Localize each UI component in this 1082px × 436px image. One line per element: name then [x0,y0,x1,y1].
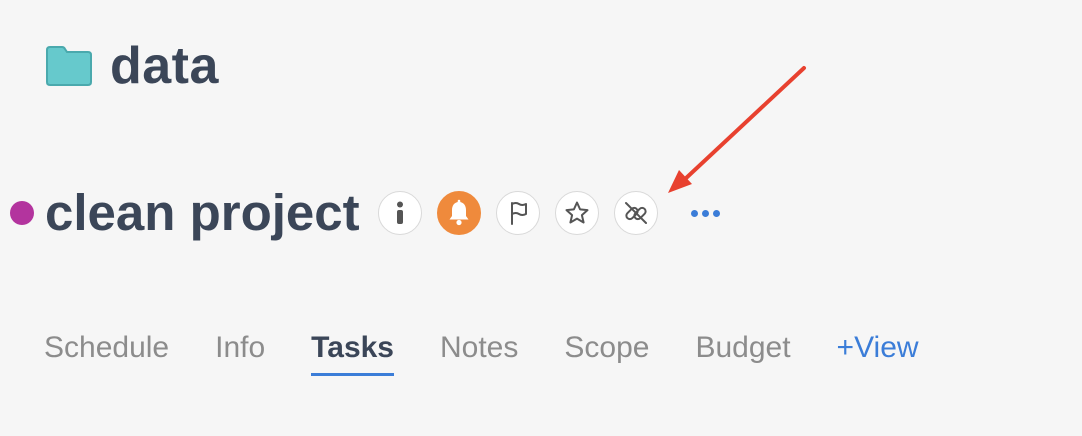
project-status-dot [10,201,34,225]
project-title[interactable]: clean project [45,180,360,246]
add-view-button[interactable]: +View [837,326,919,370]
flag-button[interactable] [495,191,540,235]
tab-info[interactable]: Info [215,326,265,370]
info-button[interactable] [377,191,422,235]
more-options-button[interactable] [690,203,720,223]
favorite-button[interactable] [554,191,599,235]
bell-icon [449,199,469,226]
view-tabs: Schedule Info Tasks Notes Scope Budget +… [44,326,965,380]
tab-scope[interactable]: Scope [564,326,649,370]
project-header: clean project [10,180,720,246]
tab-tasks[interactable]: Tasks [311,326,394,376]
unlink-button[interactable] [613,191,658,235]
folder-header: data [44,36,219,96]
more-dots-icon [690,209,698,217]
tab-notes[interactable]: Notes [440,326,518,370]
unlink-icon [624,202,647,224]
tab-budget[interactable]: Budget [695,326,790,370]
folder-icon [46,46,92,86]
alert-button[interactable] [436,191,481,235]
flag-icon [510,202,527,225]
info-icon [396,201,403,224]
folder-title[interactable]: data [110,36,219,96]
star-icon [565,201,589,224]
tab-schedule[interactable]: Schedule [44,326,169,370]
